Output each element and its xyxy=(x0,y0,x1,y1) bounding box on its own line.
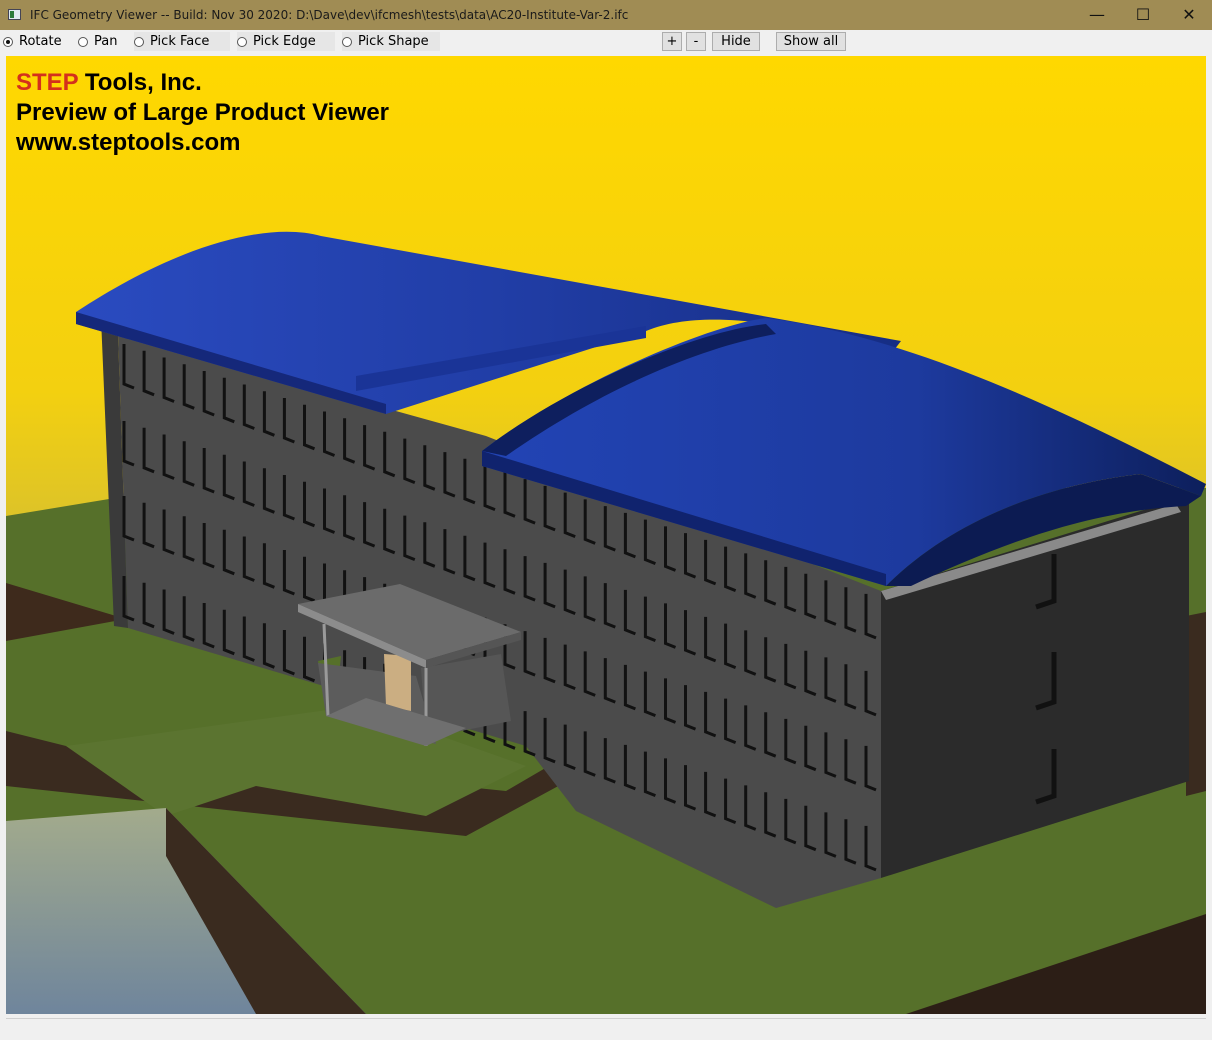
zoom-out-button[interactable]: - xyxy=(686,32,706,51)
3d-viewport[interactable]: STEP Tools, Inc. Preview of Large Produc… xyxy=(6,56,1206,1014)
maximize-icon: ☐ xyxy=(1135,5,1151,24)
mode-pick-face-radio[interactable]: Pick Face xyxy=(134,32,230,51)
mode-pick-shape-radio[interactable]: Pick Shape xyxy=(342,32,440,51)
radio-unselected-icon xyxy=(342,36,352,47)
app-icon xyxy=(8,9,21,20)
website-line: www.steptools.com xyxy=(16,129,241,156)
hide-button[interactable]: Hide xyxy=(712,32,760,51)
zoom-in-button[interactable]: + xyxy=(662,32,682,51)
mode-label: Pan xyxy=(94,34,118,49)
mode-label: Rotate xyxy=(19,34,62,49)
close-icon: ✕ xyxy=(1182,5,1196,24)
radio-unselected-icon xyxy=(78,36,88,47)
radio-selected-icon xyxy=(3,36,13,47)
title-bar[interactable]: IFC Geometry Viewer -- Build: Nov 30 202… xyxy=(0,0,1212,30)
minimize-button[interactable]: — xyxy=(1074,0,1120,30)
mode-pan-radio[interactable]: Pan xyxy=(78,32,128,51)
mode-pick-edge-radio[interactable]: Pick Edge xyxy=(237,32,335,51)
brand-line: STEP Tools, Inc. xyxy=(16,68,389,98)
preview-line: Preview of Large Product Viewer xyxy=(16,99,390,126)
mode-label: Pick Face xyxy=(150,34,210,49)
mode-label: Pick Shape xyxy=(358,34,429,49)
scene-canvas[interactable] xyxy=(6,56,1206,1014)
mode-rotate-radio[interactable]: Rotate xyxy=(3,32,71,51)
radio-unselected-icon xyxy=(134,36,144,47)
close-button[interactable]: ✕ xyxy=(1166,0,1212,30)
window-title: IFC Geometry Viewer -- Build: Nov 30 202… xyxy=(30,8,629,22)
maximize-button[interactable]: ☐ xyxy=(1120,0,1166,30)
toolbar: Rotate Pan Pick Face Pick Edge Pick Shap… xyxy=(0,30,1212,54)
minimize-icon: — xyxy=(1089,5,1105,24)
brand-rest: Tools, Inc. xyxy=(78,69,202,96)
viewport-overlay-text: STEP Tools, Inc. Preview of Large Produc… xyxy=(16,68,389,158)
radio-unselected-icon xyxy=(237,36,247,47)
show-all-button[interactable]: Show all xyxy=(776,32,846,51)
brand-step: STEP xyxy=(16,69,79,96)
status-bar xyxy=(6,1018,1206,1037)
mode-label: Pick Edge xyxy=(253,34,316,49)
